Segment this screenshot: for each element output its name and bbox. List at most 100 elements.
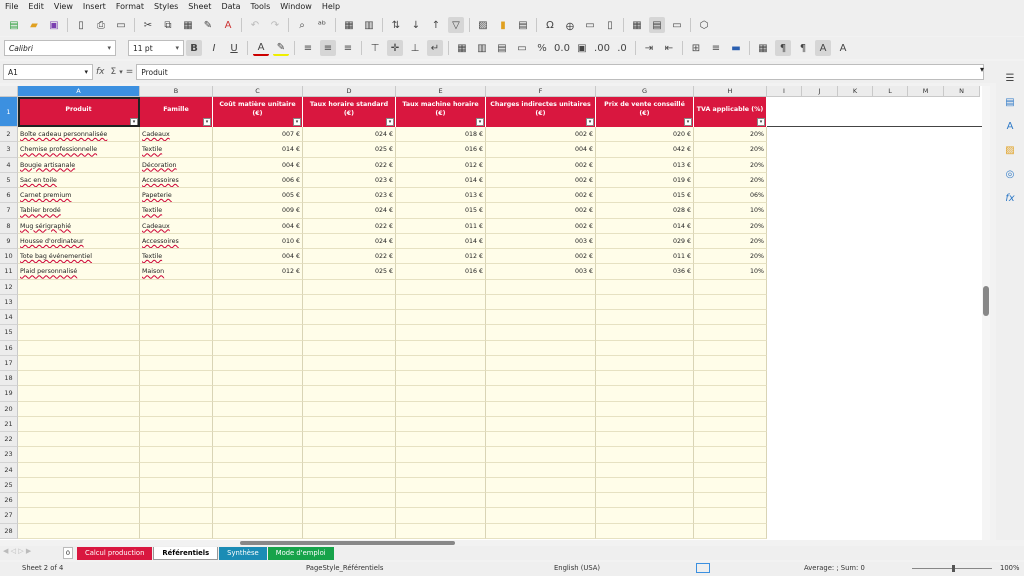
pivot-table-icon[interactable]: ▤ [515,17,531,33]
vertical-scrollbar[interactable] [982,86,990,540]
data-cell[interactable]: 002 € [486,157,596,173]
data-cell[interactable]: Housse d'ordinateur [18,233,140,249]
data-cell[interactable]: 003 € [486,264,596,280]
date-format-icon[interactable]: ▣ [574,40,590,56]
row-header[interactable]: 17 [0,355,18,371]
data-cell[interactable]: 004 € [213,157,303,173]
empty-cell[interactable] [18,508,140,524]
find-replace-icon[interactable]: ⌕ [294,17,310,33]
empty-cell[interactable] [213,493,303,509]
empty-cell[interactable] [303,432,396,448]
data-cell[interactable]: 20% [694,249,767,265]
row-header[interactable]: 11 [0,264,18,280]
empty-cell[interactable] [303,493,396,509]
data-cell[interactable]: 002 € [486,203,596,219]
data-cell[interactable]: 002 € [486,172,596,188]
empty-cell[interactable] [486,355,596,371]
empty-cell[interactable] [213,340,303,356]
empty-cell[interactable] [596,462,694,478]
empty-cell[interactable] [596,401,694,417]
data-cell[interactable]: 007 € [213,127,303,143]
sort-icon[interactable]: ⇅ [388,17,404,33]
row-header[interactable]: 9 [0,233,18,249]
empty-cell[interactable] [396,493,486,509]
data-cell[interactable]: Décoration [140,157,213,173]
empty-cell[interactable] [396,371,486,387]
empty-cell[interactable] [18,401,140,417]
empty-cell[interactable] [303,477,396,493]
empty-cell[interactable] [18,355,140,371]
left-to-right-icon[interactable]: ¶ [775,40,791,56]
empty-cell[interactable] [694,462,767,478]
empty-cell[interactable] [213,355,303,371]
row-header[interactable]: 20 [0,401,18,417]
empty-cell[interactable] [694,477,767,493]
decrease-indent-icon[interactable]: ⇤ [661,40,677,56]
sheet-tab[interactable]: Référentiels [153,546,219,560]
data-cell[interactable]: Boîte cadeau personnalisée [18,127,140,143]
empty-cell[interactable] [140,493,213,509]
selection-mode-icon[interactable] [696,563,710,573]
data-cell[interactable]: 015 € [396,203,486,219]
empty-cell[interactable] [486,493,596,509]
row-header[interactable]: 2 [0,127,18,143]
conditional-format-icon[interactable]: ▦ [755,40,771,56]
align-left-icon[interactable]: ≡ [300,40,316,56]
empty-cell[interactable] [694,508,767,524]
empty-cell[interactable] [213,477,303,493]
autofilter-dropdown-icon[interactable]: ▾ [386,118,394,126]
empty-cell[interactable] [140,325,213,341]
italic-icon[interactable]: I [206,40,222,56]
empty-cell[interactable] [694,523,767,539]
row-header[interactable]: 15 [0,325,18,341]
sum-icon[interactable]: Σ [111,67,117,77]
border-style-icon[interactable]: ≡ [708,40,724,56]
formula-input[interactable]: Produit [136,64,984,80]
empty-cell[interactable] [213,294,303,310]
empty-cell[interactable] [140,279,213,295]
empty-cell[interactable] [596,432,694,448]
empty-cell[interactable] [486,279,596,295]
empty-cell[interactable] [486,294,596,310]
menu-view[interactable]: View [49,0,78,14]
empty-cell[interactable] [396,508,486,524]
empty-cell[interactable] [486,447,596,463]
row-header[interactable]: 13 [0,294,18,310]
unmerge-cells-icon[interactable]: ▥ [474,40,490,56]
column-header[interactable]: K [838,86,873,97]
row-header[interactable]: 19 [0,386,18,402]
data-cell[interactable]: 009 € [213,203,303,219]
row-header[interactable]: 26 [0,493,18,509]
empty-cell[interactable] [140,462,213,478]
data-cell[interactable]: 20% [694,127,767,143]
merge-center-icon[interactable]: ▤ [494,40,510,56]
border-color-icon[interactable]: ▬ [728,40,744,56]
bold-icon[interactable]: B [186,40,202,56]
vertical-text-icon[interactable]: A [835,40,851,56]
empty-cell[interactable] [396,462,486,478]
data-cell[interactable]: Bougie artisanale [18,157,140,173]
row-header[interactable]: 8 [0,218,18,234]
center-vertically-icon[interactable]: ✛ [387,40,403,56]
empty-cell[interactable] [213,401,303,417]
empty-cell[interactable] [140,447,213,463]
data-cell[interactable]: 20% [694,142,767,158]
data-cell[interactable]: Tote bag événementiel [18,249,140,265]
empty-cell[interactable] [18,294,140,310]
font-name-box[interactable]: Calibri ▾ [4,40,116,56]
empty-cell[interactable] [303,325,396,341]
empty-cell[interactable] [596,447,694,463]
underline-icon[interactable]: U [226,40,242,56]
autofilter-dropdown-icon[interactable]: ▾ [203,118,211,126]
empty-cell[interactable] [140,371,213,387]
menu-data[interactable]: Data [216,0,245,14]
gallery-icon[interactable]: ▨ [1002,142,1018,158]
data-cell[interactable]: 022 € [303,249,396,265]
zoom-level[interactable]: 100% [1000,564,1019,572]
menu-format[interactable]: Format [111,0,149,14]
autofilter-dropdown-icon[interactable]: ▾ [684,118,692,126]
column-header[interactable]: F [486,86,596,97]
empty-cell[interactable] [694,447,767,463]
empty-cell[interactable] [694,294,767,310]
tab-navigation-buttons[interactable]: ◀ ◁ ▷ ▶ [3,547,63,559]
